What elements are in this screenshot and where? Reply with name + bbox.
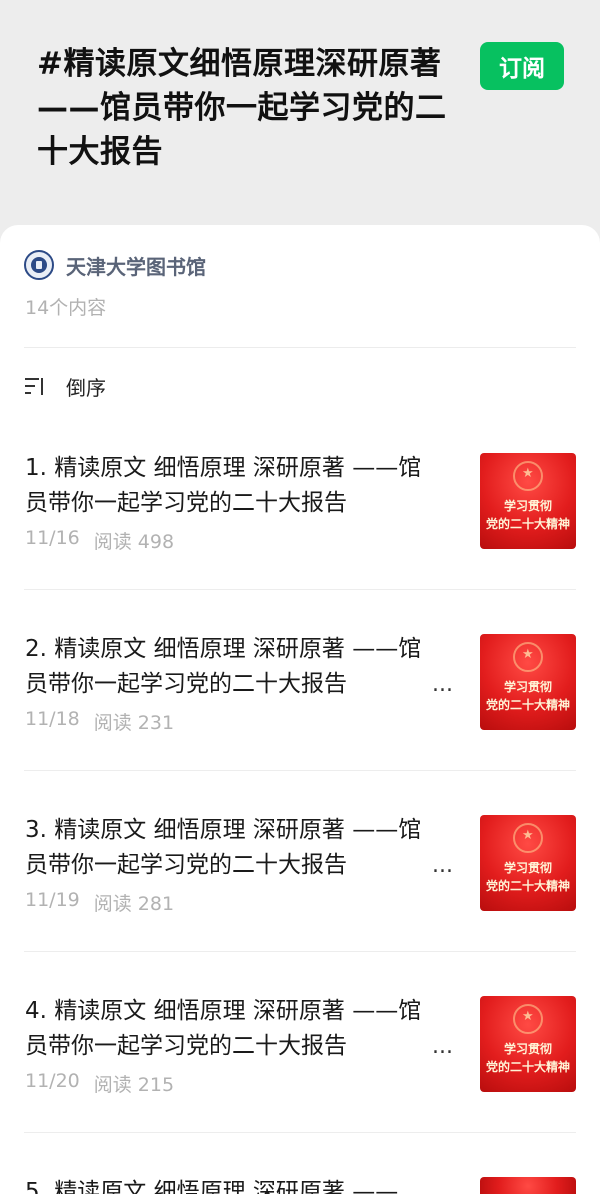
content-card: 天津大学图书馆 14个内容 倒序 1. 精读原文 细悟原理 深研原著 ——馆员带… [0, 225, 600, 1194]
divider [24, 347, 576, 348]
thumb-text-line1: 学习贯彻 [503, 680, 552, 694]
article-item[interactable]: 3. 精读原文 细悟原理 深研原著 ——馆员带你一起学习党的二十大报告 ... … [0, 813, 600, 994]
title-ellipsis: ... [432, 1034, 453, 1059]
article-title: 2. 精读原文 细悟原理 深研原著 ——馆员带你一起学习党的二十大报告 [25, 636, 422, 697]
article-meta: 11/16 阅读 498 [25, 527, 174, 554]
thumb-text-line1: 学习贯彻 [503, 499, 552, 513]
article-item[interactable]: 4. 精读原文 细悟原理 深研原著 ——馆员带你一起学习党的二十大报告 ... … [0, 994, 600, 1175]
item-divider [24, 951, 576, 952]
item-divider [24, 770, 576, 771]
article-date: 11/20 [25, 1070, 80, 1092]
sort-toggle[interactable]: 倒序 [24, 371, 106, 401]
thumb-text-line1: 学习贯彻 [503, 861, 552, 875]
party-emblem-icon [513, 823, 543, 853]
party-emblem-icon [513, 461, 543, 491]
article-meta: 11/18 阅读 231 [25, 708, 174, 735]
party-emblem-icon [513, 642, 543, 672]
subscribe-button[interactable]: 订阅 [480, 42, 564, 90]
article-date: 11/19 [25, 889, 80, 911]
article-reads: 阅读 498 [93, 531, 175, 553]
article-reads: 阅读 215 [93, 1074, 175, 1096]
account-name: 天津大学图书馆 [66, 254, 206, 279]
topic-page: #精读原文细悟原理深研原著——馆员带你一起学习党的二十大报告 订阅 天津大学图书… [0, 0, 600, 1194]
sort-label: 倒序 [66, 375, 106, 400]
account-row[interactable]: 天津大学图书馆 [24, 249, 206, 281]
article-title: 5. 精读原文 细悟原理 深研原著 —— [25, 1179, 399, 1194]
thumb-text-line2: 党的二十大精神 [485, 1060, 570, 1074]
article-meta: 11/19 阅读 281 [25, 889, 174, 916]
article-thumbnail: 学习贯彻 党的二十大精神 [480, 815, 576, 911]
article-thumbnail: 学习贯彻 党的二十大精神 [480, 453, 576, 549]
article-title: 3. 精读原文 细悟原理 深研原著 ——馆员带你一起学习党的二十大报告 [25, 817, 422, 878]
item-divider [24, 1132, 576, 1133]
title-ellipsis: ... [432, 853, 453, 878]
article-title: 4. 精读原文 细悟原理 深研原著 ——馆员带你一起学习党的二十大报告 [25, 998, 422, 1059]
title-ellipsis: ... [432, 672, 453, 697]
topic-header: #精读原文细悟原理深研原著——馆员带你一起学习党的二十大报告 订阅 [0, 0, 600, 225]
thumb-text-line1: 学习贯彻 [503, 1042, 552, 1056]
party-emblem-icon [513, 1004, 543, 1034]
article-title: 1. 精读原文 细悟原理 深研原著 ——馆员带你一起学习党的二十大报告 [25, 455, 422, 516]
article-thumbnail: 学习贯彻 党的二十大精神 [480, 996, 576, 1092]
thumb-text-line2: 党的二十大精神 [485, 879, 570, 893]
article-date: 11/18 [25, 708, 80, 730]
topic-title: #精读原文细悟原理深研原著——馆员带你一起学习党的二十大报告 [37, 46, 447, 170]
university-logo-icon [24, 250, 54, 280]
sort-descending-icon [24, 375, 48, 397]
content-count: 14个内容 [25, 297, 107, 319]
article-thumbnail [480, 1177, 576, 1194]
article-reads: 阅读 281 [93, 893, 175, 915]
article-date: 11/16 [25, 527, 80, 549]
article-item[interactable]: 2. 精读原文 细悟原理 深研原著 ——馆员带你一起学习党的二十大报告 ... … [0, 632, 600, 813]
article-meta: 11/20 阅读 215 [25, 1070, 174, 1097]
article-thumbnail: 学习贯彻 党的二十大精神 [480, 634, 576, 730]
article-reads: 阅读 231 [93, 712, 175, 734]
article-item[interactable]: 1. 精读原文 细悟原理 深研原著 ——馆员带你一起学习党的二十大报告 11/1… [0, 451, 600, 632]
item-divider [24, 589, 576, 590]
article-item[interactable]: 5. 精读原文 细悟原理 深研原著 —— [0, 1175, 600, 1194]
thumb-text-line2: 党的二十大精神 [485, 698, 570, 712]
thumb-text-line2: 党的二十大精神 [485, 517, 570, 531]
